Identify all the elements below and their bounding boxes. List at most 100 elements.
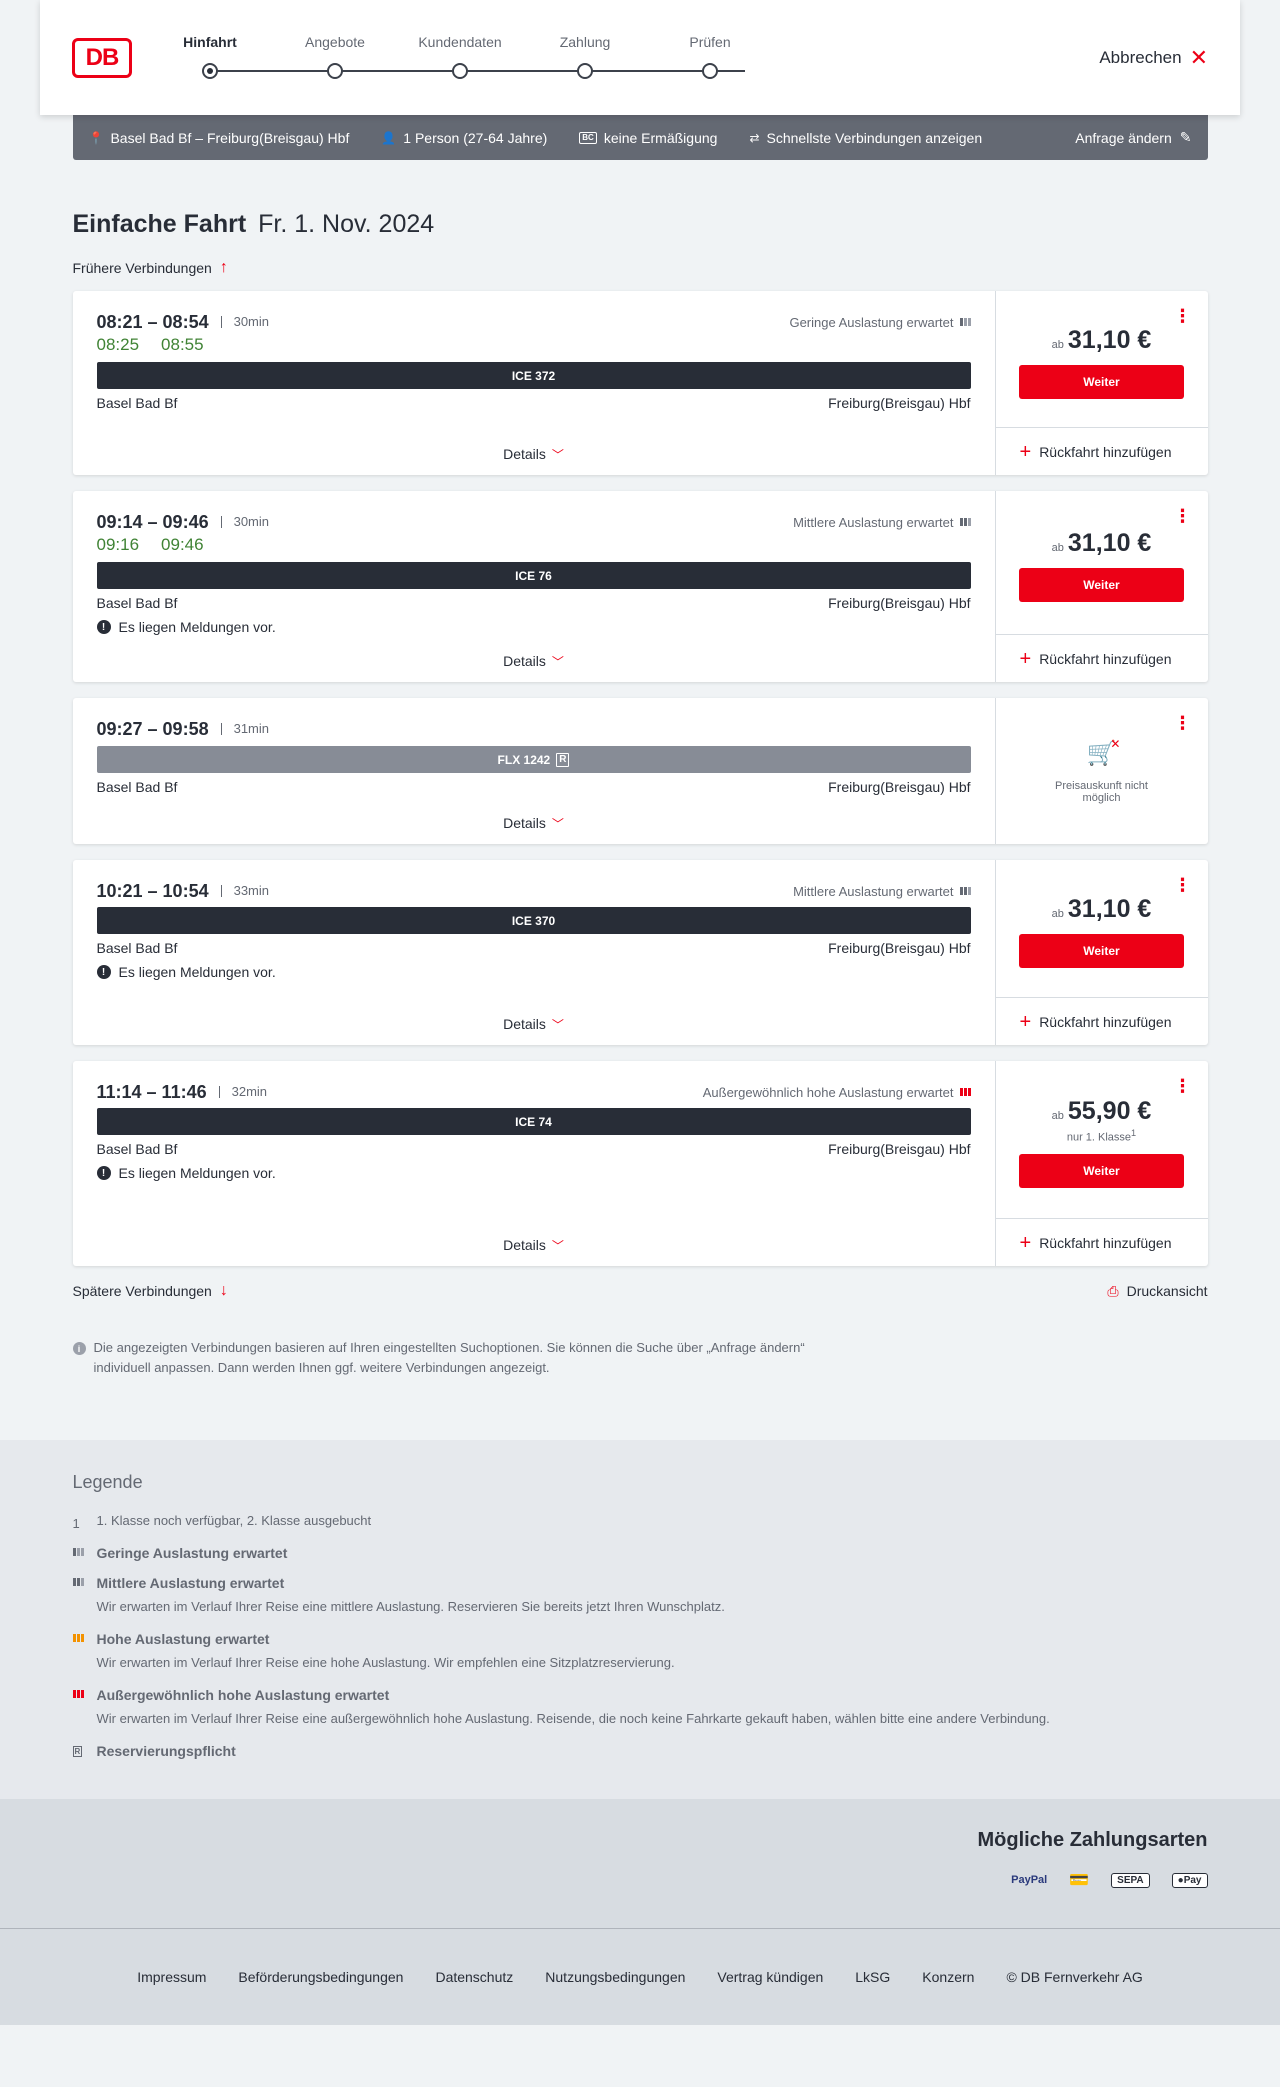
notice: ! Es liegen Meldungen vor.	[96, 1165, 971, 1181]
price-note: nur 1. Klasse1	[1067, 1128, 1136, 1144]
step-zahlung: Zahlung	[540, 34, 630, 79]
legend-title: Legende	[72, 1472, 143, 1492]
print-view-link[interactable]: ⎙ Druckansicht	[1107, 1283, 1207, 1300]
footer-link-befoerderungsbedingungen[interactable]: Beförderungsbedingungen	[238, 1969, 403, 1985]
reservation-badge: R	[72, 1746, 83, 1757]
legend-item: Mittlere Auslastung erwartet Wir erwarten…	[72, 1575, 1208, 1617]
search-info: i Die angezeigten Verbindungen basieren a…	[72, 1338, 833, 1378]
footer-copyright[interactable]: © DB Fernverkehr AG	[1006, 1969, 1142, 1985]
realtime-arrival: 09:46	[161, 535, 204, 554]
details-label: Details	[503, 1016, 546, 1032]
price-panel: ⋮ ab 31,10 € Weiter + Rückfahrt hinzufügen	[994, 860, 1208, 1045]
discount-text: keine Ermäßigung	[603, 129, 718, 146]
more-options-icon[interactable]: ⋮	[1174, 876, 1192, 894]
footer-link-datenschutz[interactable]: Datenschutz	[435, 1969, 513, 1985]
legend-text: 1. Klasse noch verfügbar, 2. Klasse ausg…	[96, 1513, 372, 1528]
load-text: Außergewöhnlich hohe Auslastung erwartet	[702, 1084, 954, 1100]
footnote-key: 1	[72, 1516, 80, 1531]
footer-link-lksg[interactable]: LkSG	[855, 1969, 890, 1985]
footer-link-nutzungsbedingungen[interactable]: Nutzungsbedingungen	[545, 1969, 685, 1985]
return-label: Rückfahrt hinzufügen	[1039, 1234, 1172, 1251]
step-label: Prüfen	[689, 34, 731, 50]
load-very-high-icon	[72, 1687, 85, 1729]
search-summary-bar: 📍 Basel Bad Bf – Freiburg(Breisgau) Hbf 👤…	[72, 115, 1208, 160]
connection-card[interactable]: 09:14 – 09:46 30min Mittlere Auslastung …	[72, 491, 1208, 682]
chevron-down-icon: ﹀	[551, 655, 564, 669]
price-prefix: ab	[1051, 1110, 1064, 1123]
footer-link-konzern[interactable]: Konzern	[922, 1969, 974, 1985]
connection-card[interactable]: 10:21 – 10:54 33min Mittlere Auslastung …	[72, 860, 1208, 1045]
continue-button[interactable]: Weiter	[1019, 934, 1184, 968]
summary-persons: 👤 1 Person (27-64 Jahre)	[381, 130, 547, 146]
return-label: Rückfahrt hinzufügen	[1039, 1013, 1172, 1030]
details-toggle[interactable]: Details ﹀	[73, 1237, 995, 1266]
footer: Impressum Beförderungsbedingungen Datens…	[0, 1928, 1280, 2025]
continue-button[interactable]: Weiter	[1019, 1153, 1184, 1188]
legend-heading: Hohe Auslastung erwartet	[96, 1631, 270, 1647]
credit-card-icon: 💳	[1069, 1872, 1090, 1889]
train-bar: ICE 372	[96, 362, 971, 389]
scheduled-times: 11:14 – 11:46	[96, 1081, 207, 1102]
add-return-button[interactable]: + Rückfahrt hinzufügen	[995, 427, 1208, 475]
more-options-icon[interactable]: ⋮	[1174, 307, 1192, 325]
swap-arrows-icon: ⇄	[749, 130, 760, 145]
continue-button[interactable]: Weiter	[1019, 568, 1184, 602]
add-return-button[interactable]: + Rückfahrt hinzufügen	[995, 1218, 1208, 1266]
train-name: ICE 74	[515, 1114, 552, 1129]
price: ab 31,10 €	[1052, 326, 1152, 355]
more-options-icon[interactable]: ⋮	[1174, 714, 1192, 732]
db-logo[interactable]: DB	[72, 38, 132, 78]
add-return-button[interactable]: + Rückfahrt hinzufügen	[995, 997, 1208, 1045]
location-pin-icon: 📍	[88, 130, 104, 145]
alert-icon: !	[96, 1166, 111, 1180]
scheduled-times: 10:21 – 10:54	[96, 880, 209, 901]
edit-label: Anfrage ändern	[1075, 129, 1172, 146]
continue-button[interactable]: Weiter	[1019, 364, 1184, 399]
stations: Basel Bad Bf Freiburg(Breisgau) Hbf	[97, 940, 971, 956]
payment-icons: PayPal 💳 SEPA ●Pay	[73, 1870, 1208, 1890]
arrival-station: Freiburg(Breisgau) Hbf	[828, 1141, 971, 1157]
price-panel: ⋮ ab 31,10 € Weiter + Rückfahrt hinzufügen	[994, 491, 1208, 682]
legend-heading: Geringe Auslastung erwartet	[96, 1545, 288, 1561]
legend-item: R Reservierungspflicht	[72, 1743, 1208, 1759]
persons-text: 1 Person (27-64 Jahre)	[403, 129, 548, 146]
details-toggle[interactable]: Details ﹀	[73, 446, 995, 475]
legend-item: 1 1. Klasse noch verfügbar, 2. Klasse aus…	[73, 1513, 1208, 1531]
earlier-connections-link[interactable]: Frühere Verbindungen ↑	[73, 259, 228, 277]
step-label: Zahlung	[559, 34, 611, 50]
summary-fastest: ⇄ Schnellste Verbindungen anzeigen	[749, 130, 982, 146]
load-medium-icon	[72, 1575, 85, 1617]
departure-station: Basel Bad Bf	[96, 1141, 178, 1157]
later-connections-link[interactable]: Spätere Verbindungen ↓	[73, 1282, 228, 1300]
arrival-station: Freiburg(Breisgau) Hbf	[828, 595, 971, 611]
connection-card[interactable]: 08:21 – 08:54 30min Geringe Auslastung e…	[72, 291, 1208, 475]
return-label: Rückfahrt hinzufügen	[1039, 443, 1172, 460]
realtime-row: 09:16 09:46	[97, 535, 971, 557]
step-label: Hinfahrt	[183, 34, 237, 50]
time-row: 08:21 – 08:54 30min Geringe Auslastung e…	[97, 311, 971, 333]
printer-icon: ⎙	[1107, 1282, 1119, 1299]
details-toggle[interactable]: Details ﹀	[73, 1016, 995, 1045]
stations: Basel Bad Bf Freiburg(Breisgau) Hbf	[97, 595, 971, 611]
cancel-button[interactable]: Abbrechen ✕	[1099, 47, 1208, 69]
footer-link-vertrag-kuendigen[interactable]: Vertrag kündigen	[717, 1969, 823, 1985]
step-label: Kundendaten	[418, 34, 502, 50]
step-dot	[577, 63, 593, 79]
connection-card[interactable]: 11:14 – 11:46 32min Außergewöhnlich hohe…	[72, 1061, 1208, 1266]
train-name: ICE 370	[511, 913, 556, 928]
notice-text: Es liegen Meldungen vor.	[118, 964, 276, 980]
add-return-button[interactable]: + Rückfahrt hinzufügen	[995, 634, 1208, 682]
price-value: 31,10 €	[1067, 895, 1152, 923]
edit-request-button[interactable]: Anfrage ändern ✎	[1075, 129, 1191, 146]
top-header: DB Hinfahrt Angebote Kundendaten Zahlung…	[40, 0, 1240, 115]
connection-card[interactable]: 09:27 – 09:58 31min FLX 1242 R Basel Bad …	[72, 698, 1208, 844]
realtime-departure: 08:25	[96, 335, 140, 354]
more-options-icon[interactable]: ⋮	[1174, 507, 1192, 525]
details-toggle[interactable]: Details ﹀	[73, 653, 995, 682]
apple-pay-icon: ●Pay	[1171, 1872, 1208, 1888]
details-toggle[interactable]: Details ﹀	[73, 815, 995, 844]
pencil-icon: ✎	[1179, 129, 1192, 145]
footer-link-impressum[interactable]: Impressum	[137, 1969, 206, 1985]
more-options-icon[interactable]: ⋮	[1174, 1077, 1192, 1095]
arrival-station: Freiburg(Breisgau) Hbf	[828, 940, 971, 956]
